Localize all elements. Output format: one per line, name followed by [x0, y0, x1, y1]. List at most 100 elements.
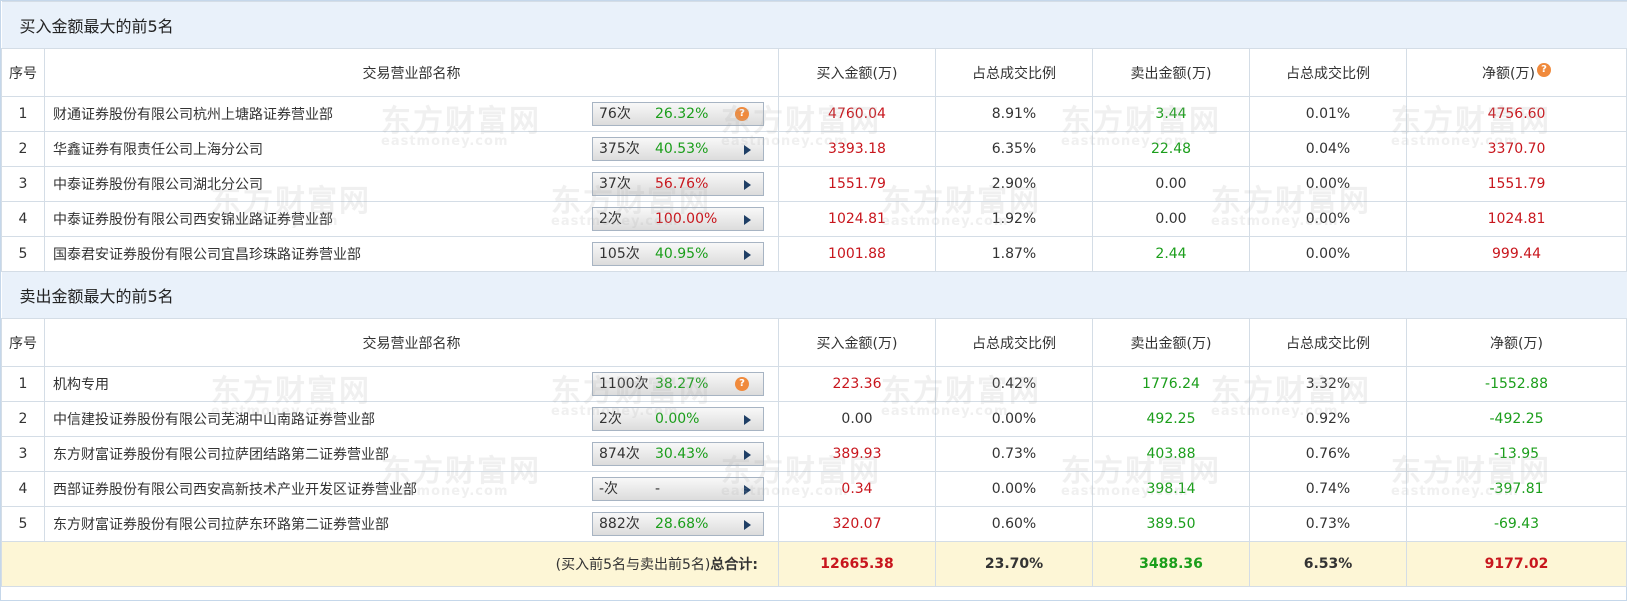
row-index: 4 — [1, 471, 45, 507]
question-icon[interactable]: ? — [735, 377, 749, 391]
sell-ratio: 0.73% — [1249, 506, 1407, 542]
broker-name-cell: 机构专用 1100次 38.27%? — [44, 366, 779, 402]
broker-stats-button[interactable]: 1100次 38.27%? — [592, 372, 764, 396]
header-net-label: 净额(万) — [1482, 65, 1535, 82]
header-sell-ratio: 占总成交比例 — [1249, 318, 1407, 367]
buy-ratio: 0.00% — [935, 401, 1093, 437]
header-sell: 卖出金额(万) — [1092, 48, 1250, 97]
play-arrow-icon[interactable] — [744, 180, 751, 190]
win-rate: 38.27% — [655, 376, 709, 392]
buy-ratio: 6.35% — [935, 131, 1093, 167]
sell-amount: 2.44 — [1092, 236, 1250, 272]
play-arrow-icon[interactable] — [744, 215, 751, 225]
broker-name[interactable]: 东方财富证券股份有限公司拉萨东环路第二证券营业部 — [53, 517, 389, 533]
table-row: 5 国泰君安证券股份有限公司宜昌珍珠路证券营业部 105次 40.95% 1001.88… — [1, 236, 1627, 272]
appear-count: 874次 — [599, 446, 640, 462]
broker-stats-button[interactable]: 375次 40.53% — [592, 137, 764, 161]
header-buy-ratio: 占总成交比例 — [935, 48, 1093, 97]
play-arrow-icon[interactable] — [744, 520, 751, 530]
total-row: (买入前5名与卖出前5名)总合计: 12665.38 23.70% 3488.36 6.… — [1, 541, 1627, 587]
total-sell-ratio: 6.53% — [1249, 541, 1407, 587]
win-rate: 30.43% — [655, 446, 709, 462]
total-sell: 3488.36 — [1092, 541, 1250, 587]
broker-name-cell: 东方财富证券股份有限公司拉萨东环路第二证券营业部 882次 28.68% — [44, 506, 779, 542]
net-amount: -1552.88 — [1405, 366, 1627, 402]
row-index: 4 — [1, 201, 45, 237]
buy-amount: 320.07 — [778, 506, 936, 542]
sell-amount: 22.48 — [1092, 131, 1250, 167]
header-buy-ratio: 占总成交比例 — [935, 318, 1093, 367]
play-arrow-icon[interactable] — [744, 415, 751, 425]
broker-name-cell: 国泰君安证券股份有限公司宜昌珍珠路证券营业部 105次 40.95% — [44, 236, 779, 272]
net-amount: 4756.60 — [1405, 96, 1627, 132]
broker-name[interactable]: 中泰证券股份有限公司湖北分公司 — [53, 177, 263, 193]
broker-name-cell: 财通证券股份有限公司杭州上塘路证券营业部 76次 26.32%? — [44, 96, 779, 132]
sell-amount: 3.44 — [1092, 96, 1250, 132]
question-icon[interactable]: ? — [1536, 62, 1551, 77]
broker-name[interactable]: 中泰证券股份有限公司西安锦业路证券营业部 — [53, 212, 333, 228]
net-amount: -397.81 — [1405, 471, 1627, 507]
total-label-prefix: (买入前5名与卖出前5名) — [555, 557, 711, 573]
section-title: 卖出金额最大的前5名 — [1, 271, 1627, 319]
broker-name-cell: 中信建投证券股份有限公司芜湖中山南路证券营业部 2次 0.00% — [44, 401, 779, 437]
broker-name[interactable]: 中信建投证券股份有限公司芜湖中山南路证券营业部 — [53, 412, 375, 428]
win-rate: 0.00% — [655, 411, 700, 427]
broker-stats-button[interactable]: 2次 0.00% — [592, 407, 764, 431]
broker-name[interactable]: 西部证券股份有限公司西安高新技术产业开发区证券营业部 — [53, 482, 417, 498]
broker-name[interactable]: 东方财富证券股份有限公司拉萨团结路第二证券营业部 — [53, 447, 389, 463]
appear-count: -次 — [599, 481, 619, 497]
buy-amount: 4760.04 — [778, 96, 936, 132]
header-sell-ratio: 占总成交比例 — [1249, 48, 1407, 97]
table-row: 4 中泰证券股份有限公司西安锦业路证券营业部 2次 100.00% 1024.81 1.9… — [1, 201, 1627, 237]
buy-amount: 223.36 — [778, 366, 936, 402]
broker-name[interactable]: 机构专用 — [53, 377, 109, 393]
net-amount: 1551.79 — [1405, 166, 1627, 202]
buy-ratio: 0.73% — [935, 436, 1093, 472]
header-net: 净额(万) — [1405, 318, 1627, 367]
play-arrow-icon[interactable] — [744, 250, 751, 260]
broker-stats-button[interactable]: 2次 100.00% — [592, 207, 764, 231]
row-index: 2 — [1, 131, 45, 167]
appear-count: 882次 — [599, 516, 640, 532]
appear-count: 1100次 — [599, 376, 649, 392]
header-idx: 序号 — [1, 48, 45, 97]
sell-ratio: 0.00% — [1249, 236, 1407, 272]
sell-ratio: 0.00% — [1249, 201, 1407, 237]
total-label: (买入前5名与卖出前5名)总合计: — [1, 541, 779, 587]
dragon-tiger-board: 买入金额最大的前5名 序号 交易营业部名称 买入金额(万) 占总成交比例 卖出金额(万) 占… — [0, 0, 1627, 601]
question-icon[interactable]: ? — [735, 107, 749, 121]
row-index: 5 — [1, 506, 45, 542]
total-net: 9177.02 — [1405, 541, 1627, 587]
sell-ratio: 0.74% — [1249, 471, 1407, 507]
broker-stats-button[interactable]: 874次 30.43% — [592, 442, 764, 466]
play-arrow-icon[interactable] — [744, 145, 751, 155]
header-row: 序号 交易营业部名称 买入金额(万) 占总成交比例 卖出金额(万) 占总成交比例 净额(万)… — [1, 48, 1627, 97]
table-row: 2 中信建投证券股份有限公司芜湖中山南路证券营业部 2次 0.00% 0.00 0.00%… — [1, 401, 1627, 437]
broker-stats-button[interactable]: 105次 40.95% — [592, 242, 764, 266]
row-index: 3 — [1, 436, 45, 472]
broker-stats-button[interactable]: 76次 26.32%? — [592, 102, 764, 126]
broker-name[interactable]: 国泰君安证券股份有限公司宜昌珍珠路证券营业部 — [53, 247, 361, 263]
win-rate: - — [655, 481, 661, 497]
row-index: 1 — [1, 96, 45, 132]
buy-ratio: 0.42% — [935, 366, 1093, 402]
buy-amount: 1001.88 — [778, 236, 936, 272]
sell-ratio: 0.01% — [1249, 96, 1407, 132]
broker-stats-button[interactable]: -次 - — [592, 477, 764, 501]
broker-stats-button[interactable]: 37次 56.76% — [592, 172, 764, 196]
header-row: 序号 交易营业部名称 买入金额(万) 占总成交比例 卖出金额(万) 占总成交比例 净额(万) — [1, 318, 1627, 367]
appear-count: 37次 — [599, 176, 631, 192]
play-arrow-icon[interactable] — [744, 450, 751, 460]
sell_section-title-row: 卖出金额最大的前5名 — [1, 271, 1627, 319]
total-buy: 12665.38 — [778, 541, 936, 587]
sell-amount: 0.00 — [1092, 201, 1250, 237]
broker-table: 买入金额最大的前5名 序号 交易营业部名称 买入金额(万) 占总成交比例 卖出金额(万) 占… — [1, 1, 1627, 587]
row-index: 1 — [1, 366, 45, 402]
broker-stats-button[interactable]: 882次 28.68% — [592, 512, 764, 536]
sell-ratio: 0.92% — [1249, 401, 1407, 437]
sell-ratio: 3.32% — [1249, 366, 1407, 402]
broker-name[interactable]: 华鑫证券有限责任公司上海分公司 — [53, 142, 263, 158]
buy_section-title-row: 买入金额最大的前5名 — [1, 1, 1627, 49]
play-arrow-icon[interactable] — [744, 485, 751, 495]
broker-name[interactable]: 财通证券股份有限公司杭州上塘路证券营业部 — [53, 107, 333, 123]
